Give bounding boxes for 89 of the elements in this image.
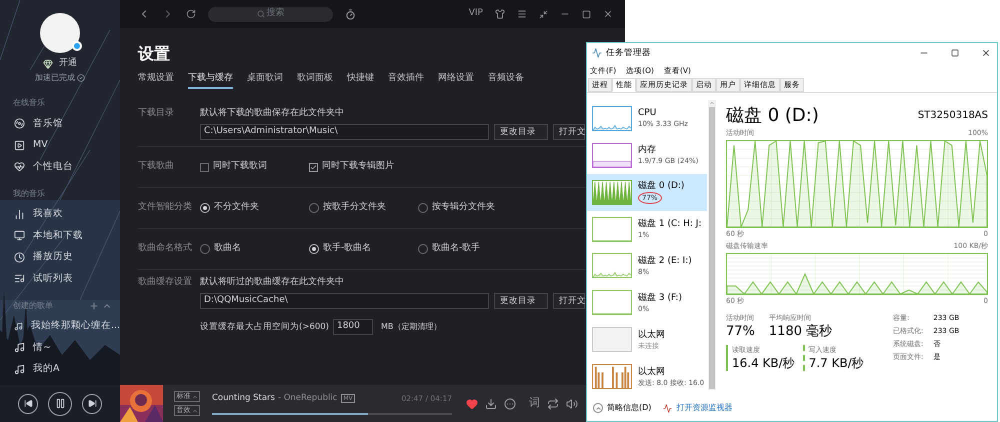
repeat-icon[interactable] (547, 398, 559, 410)
settings-tab[interactable]: 音效插件 (388, 70, 424, 89)
folder-path-field[interactable]: C:\Users\Administrator\Music\ (200, 124, 489, 140)
settings-tab[interactable]: 常规设置 (138, 70, 174, 89)
checkbox[interactable] (200, 162, 209, 172)
settings-title: 设置 (138, 44, 170, 64)
settings-tab[interactable]: 音频设备 (488, 70, 524, 89)
disk-model: ST3250318AS (918, 108, 988, 122)
setting-label: 歌曲缓存设置 (138, 276, 193, 289)
option-label: 歌曲名 (214, 242, 241, 256)
settings-tab[interactable]: 快捷键 (347, 70, 374, 89)
settings-tab[interactable]: 歌词面板 (297, 70, 333, 89)
option-label: 按专辑分文件夹 (432, 201, 495, 214)
resource-monitor-link[interactable]: 打开资源监视器 (676, 402, 732, 414)
change-folder-button[interactable]: 更改目录 (494, 293, 548, 309)
fewer-details-link[interactable]: 简略信息(D) (607, 402, 652, 414)
resource-name: CPU (638, 107, 658, 120)
option-label: 按歌手分文件夹 (323, 201, 386, 214)
resource-name: 以太网 (638, 366, 666, 378)
song-title: Counting Stars (212, 392, 275, 405)
settings-tab[interactable]: 下载与缓存 (188, 70, 233, 89)
maximize-icon[interactable] (582, 10, 591, 18)
resource-name: 磁盘 1 (C: H: J: (638, 218, 702, 230)
settings-tab[interactable]: 网络设置 (438, 70, 474, 89)
radio-button[interactable] (418, 244, 428, 254)
stat-value: 77% (726, 323, 755, 340)
radio-button[interactable] (309, 203, 319, 213)
setting-label: 下载歌曲 (138, 160, 175, 173)
cache-size-field[interactable]: 1800 (332, 319, 373, 335)
checkbox[interactable] (309, 162, 318, 172)
artist-name[interactable]: - OneRepublic (278, 392, 338, 405)
shirt-icon[interactable] (495, 9, 505, 19)
setting-label: 文件智能分类 (138, 201, 193, 214)
resource-name: 磁盘 2 (E: I:) (638, 254, 692, 267)
more-icon[interactable] (504, 398, 516, 410)
stat-value: 1180 毫秒 (768, 323, 832, 340)
pause-icon (54, 398, 66, 409)
speed-value: 7.7 KB/秒 (808, 355, 864, 371)
next-icon (88, 399, 96, 408)
vip-link[interactable]: VIP (468, 7, 483, 21)
like-icon[interactable] (466, 398, 478, 410)
caret-icon (192, 408, 198, 414)
collapse-icon[interactable] (593, 403, 603, 413)
next-button[interactable] (82, 394, 102, 414)
volume-icon[interactable] (566, 398, 578, 410)
window-title: 任务管理器 (606, 46, 651, 60)
lyrics-button[interactable]: 词 (529, 395, 540, 412)
disk-title: 磁盘 0 (D:) (726, 104, 819, 128)
speed-value: 16.4 KB/秒 (732, 355, 795, 371)
scrollbar[interactable] (708, 100, 716, 390)
option-label: 不分文件夹 (214, 201, 259, 214)
folder-description: 默认将听过的歌曲缓存在此文件夹中 (200, 276, 345, 288)
timer-icon[interactable] (345, 8, 356, 20)
radio-button[interactable] (200, 203, 210, 213)
option-label: 同时下载专辑图片 (322, 160, 394, 174)
resource-name: 内存 (638, 144, 657, 156)
change-folder-button[interactable]: 更改目录 (494, 124, 548, 140)
maximize-icon[interactable] (951, 49, 959, 57)
mini-mode-icon[interactable] (539, 10, 548, 18)
cache-size-label: 设置缓存最大占用空间为(>600) (200, 320, 329, 334)
setting-label: 歌曲命名格式 (138, 242, 193, 255)
menu-icon[interactable] (517, 9, 527, 19)
option-label: 歌手-歌曲名 (323, 242, 372, 256)
cache-size-unit: MB（定期清理） (380, 321, 442, 333)
resource-name: 磁盘 0 (D:) (638, 180, 684, 192)
close-icon[interactable] (981, 48, 991, 58)
previous-icon (24, 399, 32, 408)
option-label: 同时下载歌词 (213, 160, 267, 174)
radio-button[interactable] (418, 203, 428, 213)
search-icon (256, 10, 264, 18)
radio-button[interactable] (200, 244, 210, 254)
folder-description: 默认将下载的歌曲保存在此文件夹中 (200, 107, 345, 119)
refresh-icon[interactable] (186, 9, 196, 19)
chevron-up-icon (594, 404, 602, 412)
settings-tab[interactable]: 桌面歌词 (247, 70, 283, 89)
previous-button[interactable] (18, 394, 38, 414)
radio-button[interactable] (309, 244, 319, 254)
open-folder-button[interactable]: 打开文 (553, 124, 585, 140)
option-label: 歌曲名-歌手 (432, 242, 480, 256)
resource-name: 以太网 (638, 328, 665, 341)
app-icon (592, 48, 602, 58)
folder-path-field[interactable]: D:\QQMusicCache\ (200, 293, 489, 309)
setting-label: 下载目录 (138, 107, 175, 120)
resource-name: 磁盘 3 (F:) (638, 292, 682, 304)
pause-button[interactable] (48, 392, 72, 416)
download-icon[interactable] (485, 398, 497, 410)
caret-icon (192, 394, 198, 400)
close-icon[interactable] (603, 9, 613, 19)
open-folder-button[interactable]: 打开文 (553, 293, 585, 309)
